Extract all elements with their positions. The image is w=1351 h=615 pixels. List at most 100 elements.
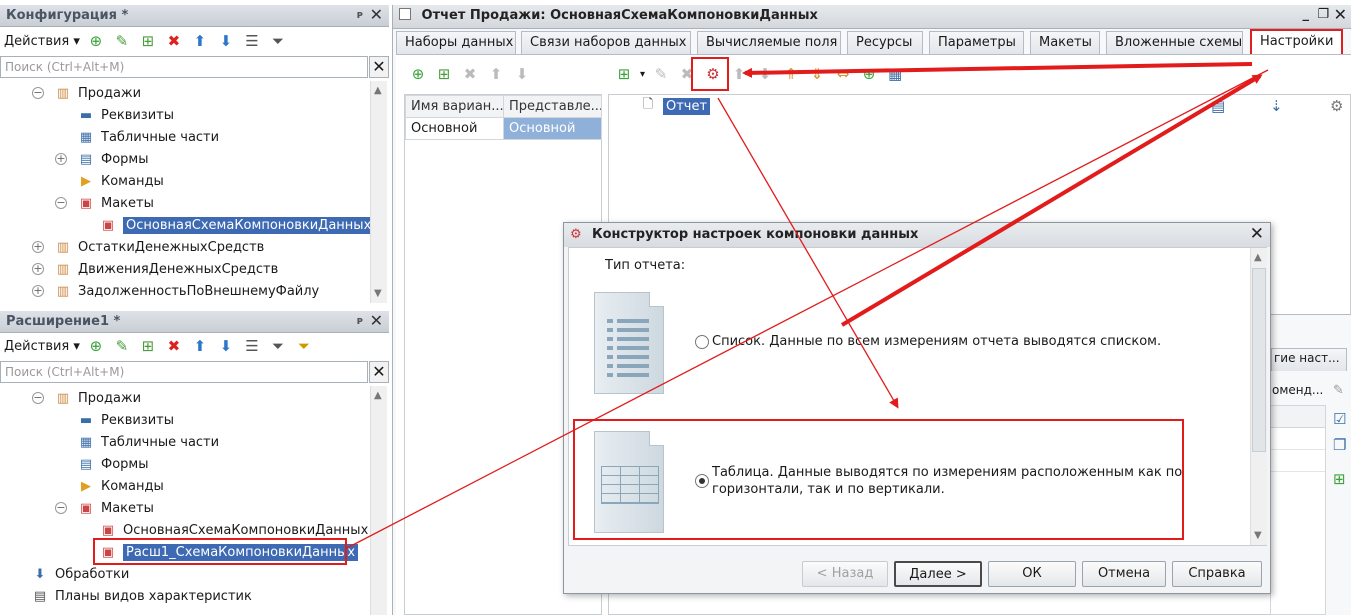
edit-icon[interactable]: ✎ — [112, 31, 132, 51]
edit-icon[interactable]: ✎ — [112, 336, 132, 356]
table-row[interactable]: Основной Основной — [405, 117, 602, 140]
close-icon[interactable]: ✕ — [370, 311, 383, 330]
tree-item-tabular-sections[interactable]: ▦ Табличные части — [78, 431, 219, 453]
column-header-variant-name[interactable]: Имя вариан... — [405, 95, 504, 118]
collapse-icon[interactable]: − — [32, 87, 44, 99]
back-button[interactable]: < Назад — [802, 561, 888, 587]
add-element-icon[interactable]: ⊕ — [859, 64, 879, 84]
variant-name-cell[interactable]: Основной — [405, 117, 504, 140]
tree-item-commands[interactable]: ▶ Команды — [78, 170, 164, 192]
expand-icon[interactable]: + — [32, 263, 44, 275]
tab-resources[interactable]: Ресурсы — [847, 31, 923, 54]
pin-icon[interactable]: ᴘ — [357, 314, 363, 327]
delete-icon[interactable]: ✖ — [460, 64, 480, 84]
tab-parameters[interactable]: Параметры — [929, 31, 1024, 54]
expand-icon[interactable]: + — [55, 153, 67, 165]
collapse-icon[interactable]: − — [55, 197, 67, 209]
tree-item-characteristic-types[interactable]: ▤ Планы видов характеристик — [32, 585, 252, 607]
add-grouping-icon[interactable]: ⊞ — [614, 64, 634, 84]
list-icon[interactable]: ☰ — [242, 336, 262, 356]
tree-item-external-debt[interactable]: ▥ ЗадолженностьПоВнешнемуФайлу — [55, 280, 319, 302]
config-tree-scrollbar[interactable]: ▲ ▼ — [370, 81, 387, 303]
tree-item-attributes[interactable]: ▬ Реквизиты — [78, 104, 174, 126]
check-all-icon[interactable]: ☑ — [1333, 410, 1346, 428]
group-icon[interactable]: ⇔ — [833, 64, 853, 84]
move-down-icon[interactable]: ⬇ — [216, 336, 236, 356]
expand-icon[interactable]: + — [32, 241, 44, 253]
collapse-icon[interactable]: − — [55, 502, 67, 514]
filter-icon[interactable]: ⏷ — [268, 336, 288, 356]
config-search-clear-button[interactable]: ✕ — [369, 56, 389, 78]
move-down-icon[interactable]: ⬇ — [755, 64, 775, 84]
filter-icon[interactable]: ⏷ — [268, 31, 288, 51]
collapse-icon[interactable]: − — [32, 392, 44, 404]
option-list-label[interactable]: Список. Данные по всем измерениям отчета… — [712, 334, 1161, 349]
close-icon[interactable]: ✕ — [1250, 224, 1264, 244]
tab-settings[interactable]: Настройки — [1250, 29, 1343, 56]
tree-item-templates[interactable]: ▣ Макеты — [78, 192, 154, 214]
rows-icon[interactable]: ⇣ — [1270, 97, 1283, 115]
tree-item-data-processors[interactable]: ⬇ Обработки — [32, 563, 130, 585]
tab-other-settings[interactable]: гие наст... — [1271, 348, 1347, 371]
radio-list[interactable] — [695, 335, 709, 349]
cancel-button[interactable]: Отмена — [1082, 561, 1166, 587]
move-down-icon[interactable]: ⬇ — [512, 64, 532, 84]
tab-nested-schemas[interactable]: Вложенные схемы — [1106, 31, 1243, 54]
tree-item-sales[interactable]: ▥ Продажи — [55, 82, 141, 104]
config-search-input[interactable]: Поиск (Ctrl+Alt+M) — [0, 56, 368, 78]
structure-root-report[interactable]: 🗋 Отчет — [640, 95, 711, 117]
columns-icon[interactable]: ▤ — [1211, 97, 1225, 115]
dialog-scrollbar[interactable]: ▲ ▼ — [1250, 248, 1267, 545]
tree-item-main-dcs[interactable]: ▣ ОсновнаяСхемаКомпоновкиДанных — [100, 214, 375, 236]
tree-item-sales[interactable]: ▥ Продажи — [55, 387, 141, 409]
actions-menu[interactable]: Действия ▾ — [4, 34, 80, 49]
add-copy-icon[interactable]: ⊞ — [138, 336, 158, 356]
help-button[interactable]: Справка — [1172, 561, 1262, 587]
edit-icon[interactable]: ✎ — [1333, 383, 1344, 398]
group-up-icon[interactable]: ⇑ — [781, 64, 801, 84]
pin-icon[interactable]: ᴘ — [357, 8, 363, 21]
tree-item-forms[interactable]: ▤ Формы — [78, 453, 149, 475]
group-down-icon[interactable]: ⇓ — [807, 64, 827, 84]
add-settings-icon[interactable]: ⊞ — [1333, 470, 1346, 488]
settings-icon[interactable]: ⚙ — [1330, 97, 1343, 115]
filter-clear-icon[interactable]: ⏷ — [294, 336, 314, 356]
add-icon[interactable]: ⊕ — [86, 336, 106, 356]
add-copy-icon[interactable]: ⊞ — [434, 64, 454, 84]
actions-menu[interactable]: Действия ▾ — [4, 339, 80, 354]
tree-item-attributes[interactable]: ▬ Реквизиты — [78, 409, 174, 431]
variant-presentation-cell[interactable]: Основной — [503, 117, 602, 140]
move-down-icon[interactable]: ⬇ — [216, 31, 236, 51]
restore-icon[interactable]: ❐ — [1317, 7, 1329, 22]
tree-item-commands[interactable]: ▶ Команды — [78, 475, 164, 497]
tree-item-cash-flow[interactable]: ▥ ДвиженияДенежныхСредств — [55, 258, 278, 280]
add-icon[interactable]: ⊕ — [86, 31, 106, 51]
extension-search-input[interactable]: Поиск (Ctrl+Alt+M) — [0, 361, 368, 383]
tab-datasets[interactable]: Наборы данных — [396, 31, 516, 54]
tree-item-tabular-sections[interactable]: ▦ Табличные части — [78, 126, 219, 148]
move-up-icon[interactable]: ⬆ — [190, 31, 210, 51]
move-up-icon[interactable]: ⬆ — [190, 336, 210, 356]
copy-icon[interactable]: ❐ — [1333, 436, 1346, 454]
add-copy-icon[interactable]: ⊞ — [138, 31, 158, 51]
tab-templates[interactable]: Макеты — [1030, 31, 1100, 54]
minimize-icon[interactable]: _ — [1303, 7, 1310, 22]
close-icon[interactable]: ✕ — [370, 5, 383, 24]
move-up-icon[interactable]: ⬆ — [729, 64, 749, 84]
tab-calculated-fields[interactable]: Вычисляемые поля — [697, 31, 841, 54]
edit-icon[interactable]: ✎ — [651, 64, 671, 84]
tab-dataset-links[interactable]: Связи наборов данных — [521, 31, 691, 54]
extension-search-clear-button[interactable]: ✕ — [369, 361, 389, 383]
move-up-icon[interactable]: ⬆ — [486, 64, 506, 84]
delete-icon[interactable]: ✖ — [164, 336, 184, 356]
grid-icon[interactable]: ▦ — [885, 64, 905, 84]
expand-icon[interactable]: + — [32, 285, 44, 297]
column-header-presentation[interactable]: Представле... — [503, 95, 602, 118]
extension-tree-scrollbar[interactable]: ▲ — [370, 386, 387, 615]
tree-item-cash-balances[interactable]: ▥ ОстаткиДенежныхСредств — [55, 236, 264, 258]
delete-icon[interactable]: ✖ — [164, 31, 184, 51]
next-button[interactable]: Далее > — [894, 561, 982, 587]
ok-button[interactable]: ОК — [988, 561, 1076, 587]
tree-item-templates[interactable]: ▣ Макеты — [78, 497, 154, 519]
list-icon[interactable]: ☰ — [242, 31, 262, 51]
